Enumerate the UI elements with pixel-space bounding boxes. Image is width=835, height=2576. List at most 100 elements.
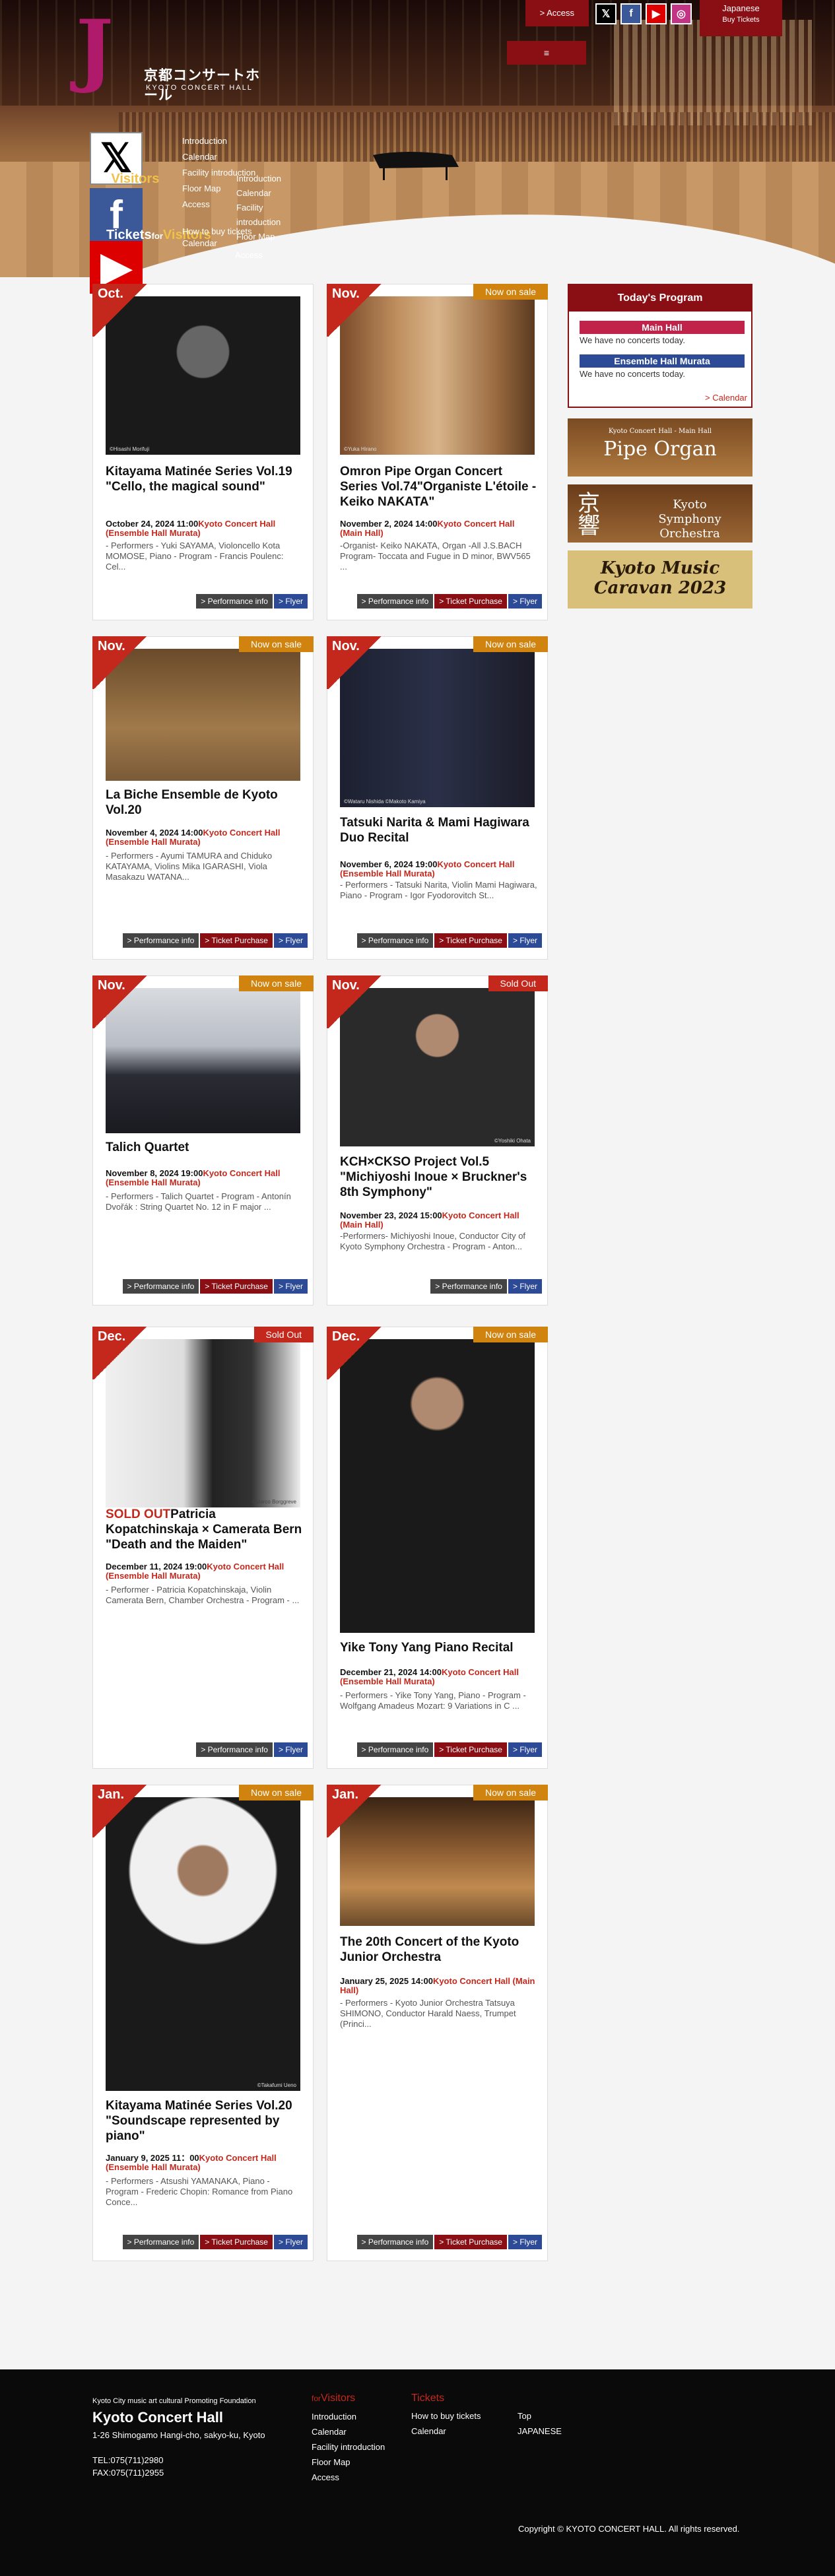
concert-desc: - Performers - Kyoto Junior Orchestra Ta… (340, 1998, 516, 2029)
nav-how-to-buy[interactable]: How to buy tickets (182, 226, 263, 238)
concert-card[interactable]: ©Marco Borggreve Dec. Sold Out SOLD OUTP… (92, 1327, 314, 1769)
nav-introduction-2[interactable]: Introduction (236, 172, 308, 186)
performance-info-button[interactable]: > Performance info (356, 1742, 434, 1757)
language-box[interactable]: Japanese Buy Tickets (700, 0, 782, 36)
nav-calendar-2[interactable]: Calendar (236, 186, 308, 201)
footer-visitors: forVisitors Introduction Calendar Facili… (312, 2391, 385, 2485)
facebook-icon[interactable]: f (620, 3, 642, 24)
footer-link-top[interactable]: Top (518, 2408, 562, 2424)
concert-card[interactable]: ©Hisashi Morifuji Oct. Kitayama Matinée … (92, 284, 314, 620)
flyer-button[interactable]: > Flyer (273, 2235, 308, 2249)
concert-photo (340, 1339, 535, 1633)
ticket-purchase-button[interactable]: > Ticket Purchase (200, 933, 273, 948)
concert-title[interactable]: La Biche Ensemble de Kyoto Vol.20 (106, 787, 304, 818)
concert-title[interactable]: Kitayama Matinée Series Vol.20 "Soundsca… (106, 2098, 304, 2144)
concert-title[interactable]: Kitayama Matinée Series Vol.19 "Cello, t… (106, 464, 304, 494)
card-buttons: > Performance info > Ticket Purchase > F… (122, 1279, 308, 1294)
ticket-purchase-button[interactable]: > Ticket Purchase (434, 594, 507, 609)
card-buttons: > Performance info > Ticket Purchase > F… (356, 2235, 542, 2249)
footer-link-introduction[interactable]: Introduction (312, 2409, 385, 2424)
flyer-button[interactable]: > Flyer (273, 1742, 308, 1757)
flyer-button[interactable]: > Flyer (273, 933, 308, 948)
ticket-purchase-button[interactable]: > Ticket Purchase (200, 2235, 273, 2249)
concert-card[interactable]: ©Yoshiki Ohata Nov. Sold Out KCH×CKSO Pr… (327, 975, 548, 1305)
concert-desc: - Performers - Ayumi TAMURA and Chiduko … (106, 851, 273, 882)
footer-link-japanese[interactable]: JAPANESE (518, 2424, 562, 2439)
ticket-purchase-button[interactable]: > Ticket Purchase (200, 1279, 273, 1294)
site-logo[interactable]: J 京都コンサートホール KYOTO CONCERT HALL (76, 10, 274, 109)
nav-ticket-calendar[interactable]: Calendar (182, 238, 263, 249)
flyer-button[interactable]: > Flyer (508, 2235, 542, 2249)
status-badge: Sold Out (488, 975, 548, 991)
card-buttons: > Performance info > Ticket Purchase > F… (356, 933, 542, 948)
tickets-links: How to buy tickets Calendar Access (182, 226, 263, 261)
kyoto-symphony-banner[interactable]: 京響 Kyoto Symphony Orchestra (568, 484, 752, 543)
concert-card[interactable]: ©Takafumi Ueno Jan. Now on sale Kitayama… (92, 1785, 314, 2261)
flyer-button[interactable]: > Flyer (508, 1742, 542, 1757)
month-flag: Nov. (92, 975, 149, 1028)
footer-link-facility[interactable]: Facility introduction (312, 2439, 385, 2455)
flyer-button[interactable]: > Flyer (273, 1279, 308, 1294)
performance-info-button[interactable]: > Performance info (122, 2235, 199, 2249)
performance-info-button[interactable]: > Performance info (196, 1742, 273, 1757)
piano-image (373, 152, 459, 180)
performance-info-button[interactable]: > Performance info (122, 1279, 199, 1294)
concert-desc: -Performers- Michiyoshi Inoue, Conductor… (340, 1231, 526, 1251)
buy-tickets-link[interactable]: Buy Tickets (700, 16, 782, 24)
performance-info-button[interactable]: > Performance info (430, 1279, 507, 1294)
flyer-button[interactable]: > Flyer (273, 594, 308, 609)
status-badge: Now on sale (473, 636, 548, 652)
performance-info-button[interactable]: > Performance info (356, 933, 434, 948)
concert-card[interactable]: Nov. Now on sale La Biche Ensemble de Ky… (92, 636, 314, 960)
card-buttons: > Performance info > Ticket Purchase > F… (122, 933, 308, 948)
performance-info-button[interactable]: > Performance info (356, 2235, 434, 2249)
concert-card[interactable]: ©Wataru Nishida ©Makoto Kamiya Nov. Now … (327, 636, 548, 960)
instagram-icon[interactable]: ◎ (671, 3, 692, 24)
concert-title[interactable]: Talich Quartet (106, 1140, 304, 1155)
language-label[interactable]: Japanese (700, 3, 782, 13)
concert-title[interactable]: KCH×CKSO Project Vol.5 "Michiyoshi Inoue… (340, 1154, 538, 1200)
pipe-organ-banner[interactable]: Kyoto Concert Hall - Main Hall Pipe Orga… (568, 418, 752, 477)
concert-desc: - Performers - Yuki SAYAMA, Violoncello … (106, 541, 284, 572)
footer-link-access[interactable]: Access (312, 2470, 385, 2485)
concert-date: November 2, 2024 14:00Kyoto Concert Hall… (340, 519, 515, 538)
concert-title[interactable]: The 20th Concert of the Kyoto Junior Orc… (340, 1934, 538, 1965)
footer-link-ticket-calendar[interactable]: Calendar (411, 2424, 481, 2439)
concert-title[interactable]: Yike Tony Yang Piano Recital (340, 1640, 538, 1655)
performance-info-button[interactable]: > Performance info (196, 594, 273, 609)
concert-title[interactable]: Omron Pipe Organ Concert Series Vol.74"O… (340, 464, 538, 510)
concert-card[interactable]: Jan. Now on sale The 20th Concert of the… (327, 1785, 548, 2261)
performance-info-button[interactable]: > Performance info (356, 594, 434, 609)
youtube-icon[interactable]: ▶ (646, 3, 667, 24)
concert-date: December 21, 2024 14:00Kyoto Concert Hal… (340, 1667, 519, 1686)
ticket-purchase-button[interactable]: > Ticket Purchase (434, 933, 507, 948)
music-caravan-banner[interactable]: Kyoto Music Caravan 2023 (568, 550, 752, 609)
concert-title[interactable]: SOLD OUTPatricia Kopatchinskaja × Camera… (106, 1507, 304, 1552)
concert-card[interactable]: Nov. Now on sale Talich Quartet November… (92, 975, 314, 1305)
concert-card[interactable]: Dec. Now on sale Yike Tony Yang Piano Re… (327, 1327, 548, 1769)
concert-title[interactable]: Tatsuki Narita & Mami Hagiwara Duo Recit… (340, 815, 538, 845)
concert-date: December 11, 2024 19:00Kyoto Concert Hal… (106, 1562, 284, 1581)
nav-calendar[interactable]: Calendar (182, 149, 255, 165)
flyer-button[interactable]: > Flyer (508, 933, 542, 948)
month-flag: Nov. (327, 284, 383, 337)
footer-link-calendar[interactable]: Calendar (312, 2424, 385, 2439)
nav-ticket-access[interactable]: Access (235, 249, 263, 261)
calendar-link[interactable]: > Calendar (705, 393, 747, 403)
menu-button[interactable]: ≡ (507, 41, 586, 65)
flyer-button[interactable]: > Flyer (508, 1279, 542, 1294)
x-icon[interactable]: 𝕏 (595, 3, 617, 24)
ticket-purchase-button[interactable]: > Ticket Purchase (434, 2235, 507, 2249)
footer-link-how-to-buy[interactable]: How to buy tickets (411, 2408, 481, 2424)
status-badge: Now on sale (473, 284, 548, 300)
flyer-button[interactable]: > Flyer (508, 594, 542, 609)
concert-card[interactable]: ©Yuka Hirano Nov. Now on sale Omron Pipe… (327, 284, 548, 620)
footer-link-floor-map[interactable]: Floor Map (312, 2455, 385, 2470)
performance-info-button[interactable]: > Performance info (122, 933, 199, 948)
access-button[interactable]: > Access (525, 0, 589, 26)
nav-introduction[interactable]: Introduction (182, 133, 255, 149)
concert-date: November 23, 2024 15:00Kyoto Concert Hal… (340, 1210, 519, 1230)
ticket-purchase-button[interactable]: > Ticket Purchase (434, 1742, 507, 1757)
banner-title: Kyoto Music Caravan 2023 (593, 558, 727, 598)
concert-date: October 24, 2024 11:00Kyoto Concert Hall… (106, 519, 276, 538)
